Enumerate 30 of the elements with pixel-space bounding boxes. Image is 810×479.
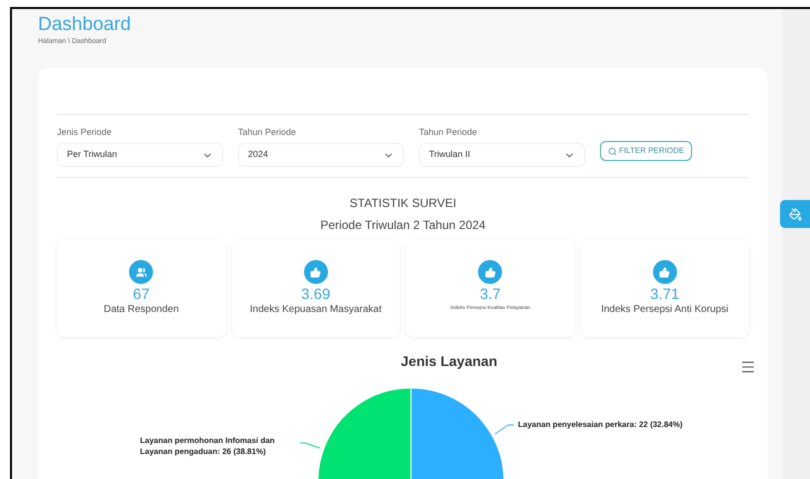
select-field[interactable]: 2024 [238,143,404,167]
field-label: Jenis Periode [57,126,113,138]
field-label: Tahun Periode [238,126,298,138]
stat-label: Indeks Kepuasan Masyarakat [250,303,382,317]
stat-value: 3.71 [650,287,680,302]
leader-line [300,442,320,448]
paint-bucket-icon [788,208,802,220]
select-field[interactable]: Per Triwulan [57,143,223,167]
stat-label: Data Responden [104,303,179,317]
page-title: Dashboard [38,13,132,37]
filter-button[interactable]: FILTER PERIODE [600,141,692,161]
chart-title: Jenis Layanan [400,352,498,371]
field-label: Tahun Periode [419,126,478,138]
menu-icon[interactable] [740,359,756,375]
slice-label: Layanan penyelesaian perkara: 22 (32.84%) [518,419,683,431]
thumbs-up-icon [652,260,677,284]
slice-label: Layanan permohonan Infomasi dan Layanan pengaduan: 26 (38.81%) [140,435,276,457]
people-icon [129,260,154,284]
stats-subtitle: Periode Triwulan 2 Tahun 2024 [319,217,487,234]
thumbs-up-icon [304,260,328,284]
thumbs-up-icon [478,260,502,284]
stat-label: Indeks Persepsi Anti Korupsi [601,303,728,317]
theme-button[interactable] [780,200,810,228]
stat-value: 3.69 [301,287,330,302]
select-field[interactable]: Triwulan II [419,143,585,167]
leader-line [494,424,514,434]
stats-title: STATISTIK SURVEI [348,195,458,212]
stat-value: 67 [132,287,150,302]
search-icon [608,146,617,156]
stat-value: 3.7 [480,287,501,302]
